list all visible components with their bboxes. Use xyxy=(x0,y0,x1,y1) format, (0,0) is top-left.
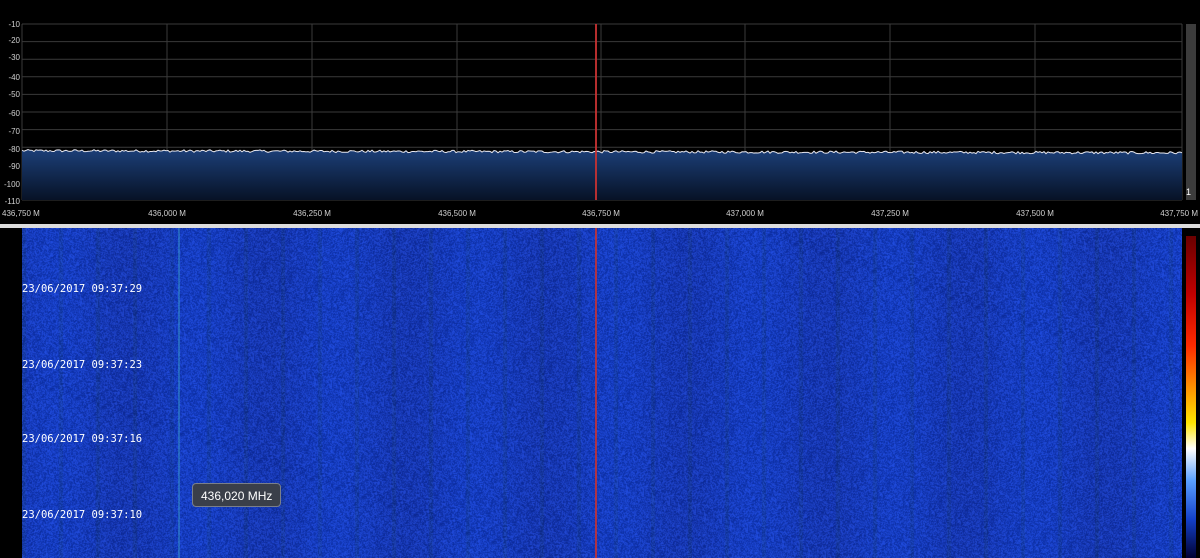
freq-tick-label: 437,250 M xyxy=(871,209,909,218)
waterfall-panel[interactable]: 23/06/2017 09:37:29 23/06/2017 09:37:23 … xyxy=(0,228,1200,558)
freq-tick-label: 437,000 M xyxy=(726,209,764,218)
timestamp-label: 23/06/2017 09:37:10 xyxy=(22,509,142,521)
db-tick-label: -80 xyxy=(8,145,20,154)
freq-tick-label: 436,250 M xyxy=(293,209,331,218)
db-axis: -10 -20 -30 -40 -50 -60 -70 -80 -90 -100… xyxy=(4,20,21,206)
freq-tick-label: 437,750 M xyxy=(1160,209,1198,218)
db-tick-label: -30 xyxy=(8,53,20,62)
waterfall-overlay: 23/06/2017 09:37:29 23/06/2017 09:37:23 … xyxy=(22,228,597,558)
db-tick-label: -110 xyxy=(5,197,21,206)
db-tick-label: -20 xyxy=(8,36,20,45)
freq-tick-label: 436,750 M xyxy=(582,209,620,218)
freq-tick-label: 436,500 M xyxy=(438,209,476,218)
freq-tick-label: 436,000 M xyxy=(148,209,186,218)
frequency-axis: 436,750 M 436,000 M 436,250 M 436,500 M … xyxy=(2,209,1198,218)
frequency-tooltip: 436,020 MHz xyxy=(192,483,282,507)
db-tick-label: -70 xyxy=(8,127,20,136)
color-scale-bar[interactable] xyxy=(1186,236,1196,558)
spectrum-panel[interactable]: -10 -20 -30 -40 -50 -60 -70 -80 -90 -100… xyxy=(0,0,1200,224)
timestamp-label: 23/06/2017 09:37:23 xyxy=(22,359,142,371)
timestamp-label: 23/06/2017 09:37:16 xyxy=(22,433,142,445)
db-tick-label: -10 xyxy=(8,20,20,29)
db-tick-label: -90 xyxy=(8,162,20,171)
db-tick-label: -60 xyxy=(8,109,20,118)
timestamp-label: 23/06/2017 09:37:29 xyxy=(22,283,142,295)
freq-tick-label: 437,500 M xyxy=(1016,209,1054,218)
gain-value: 1 xyxy=(1186,187,1192,197)
db-tick-label: -40 xyxy=(8,73,20,82)
db-tick-label: -50 xyxy=(8,90,20,99)
spectrum-fill xyxy=(22,149,1182,200)
db-tick-label: -100 xyxy=(4,180,21,189)
freq-tick-label: 436,750 M xyxy=(2,209,40,218)
gain-slider[interactable] xyxy=(1186,24,1196,200)
